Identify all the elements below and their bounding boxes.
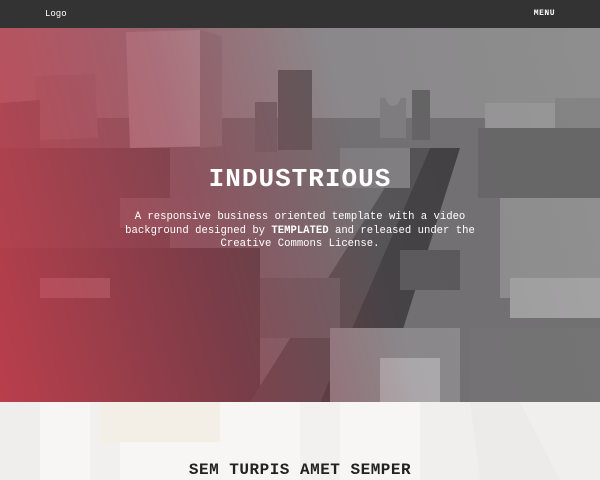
hero-description: A responsive business oriented template … [120, 211, 480, 252]
hero-content: INDUSTRIOUS A responsive business orient… [0, 28, 600, 402]
hero-title: INDUSTRIOUS [208, 164, 392, 194]
page: Logo MENU INDUSTRIOUS A responsive busin… [0, 0, 600, 480]
site-header: Logo MENU [0, 0, 600, 28]
hero-banner: INDUSTRIOUS A responsive business orient… [0, 28, 600, 402]
menu-button[interactable]: MENU [534, 9, 555, 18]
section-title: SEM TURPIS AMET SEMPER [188, 461, 412, 479]
templated-brand: TEMPLATED [271, 224, 329, 237]
content-section: SEM TURPIS AMET SEMPER [0, 402, 600, 480]
logo-link[interactable]: Logo [45, 9, 67, 19]
